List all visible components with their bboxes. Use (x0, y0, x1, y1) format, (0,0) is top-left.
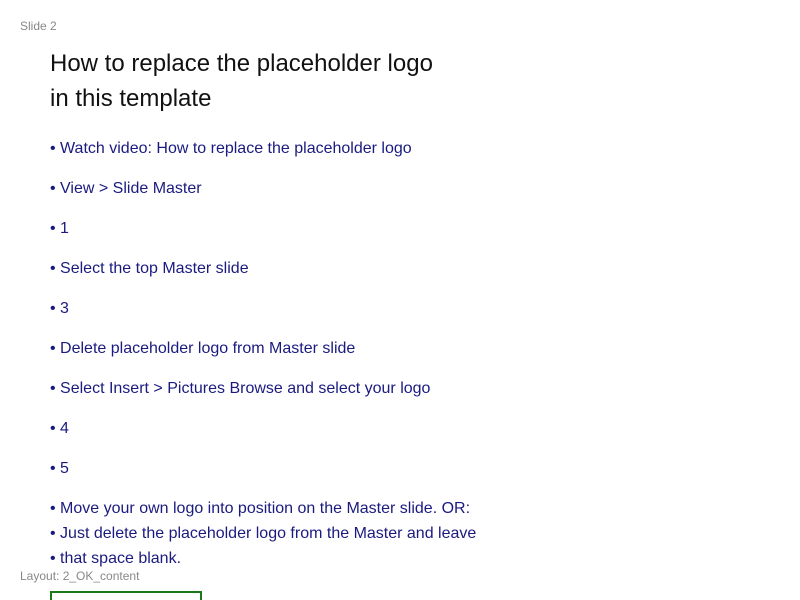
slide-title: How to replace the placeholder logo in t… (50, 46, 433, 116)
slide-title-line-2: in this template (50, 85, 212, 112)
bullet-item-step-4: • 4 (50, 420, 69, 437)
slide-page: Slide 2 How to replace the placeholder l… (0, 0, 800, 600)
slide-title-line-1: How to replace the placeholder logo (50, 50, 433, 77)
bullet-item-select-top-master: • Select the top Master slide (50, 260, 249, 277)
layout-label: Layout: 2_OK_content (20, 569, 140, 583)
bullet-item-delete-placeholder: • Delete placeholder logo from Master sl… (50, 340, 356, 357)
bullet-list: • Watch video: How to replace the placeh… (50, 139, 476, 574)
bullet-item-view-slide-master: • View > Slide Master (50, 180, 202, 197)
bullet-item-watch-video: • Watch video: How to replace the placeh… (50, 140, 412, 157)
bullet-item-insert-pictures: • Select Insert > Pictures Browse and se… (50, 380, 431, 397)
bullet-item-move-logo: • Move your own logo into position on th… (50, 500, 471, 517)
bullet-item-just-delete: • Just delete the placeholder logo from … (50, 525, 477, 542)
bullet-item-step-5: • 5 (50, 460, 69, 477)
bullet-item-step-1: • 1 (50, 220, 69, 237)
slide-number-label: Slide 2 (20, 19, 57, 33)
bullet-item-step-3: • 3 (50, 300, 69, 317)
placeholder-logo-box (50, 591, 202, 600)
